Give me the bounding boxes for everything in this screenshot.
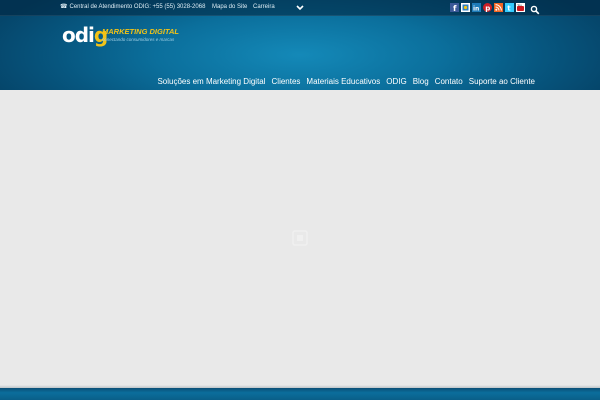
contact-text: Central de Atendimento ODIG: +55 (55) 30… — [69, 4, 206, 10]
twitter-icon[interactable]: t — [505, 3, 514, 12]
site-map-link[interactable]: Mapa do Site — [212, 3, 247, 12]
site-header: ☎ Central de Atendimento ODIG: +55 (55) 3… — [0, 0, 600, 90]
google-plus-icon[interactable] — [461, 3, 470, 12]
logo-mark: odig — [62, 23, 108, 47]
nav-item-solucoes[interactable]: Soluções em Marketing Digital — [157, 76, 265, 88]
rss-icon[interactable] — [494, 3, 503, 12]
logo-tagline: conectando consumidores e marcas — [102, 37, 175, 42]
loading-spinner-icon — [292, 230, 308, 246]
svg-text:f: f — [453, 4, 457, 12]
nav-item-contato[interactable]: Contato — [435, 76, 463, 88]
careers-link[interactable]: Carreira — [253, 3, 275, 12]
search-icon[interactable] — [530, 2, 540, 15]
nav-item-materiais-educativos[interactable]: Materiais Educativos — [306, 76, 380, 88]
nav-item-suporte-ao-cliente[interactable]: Suporte ao Cliente — [469, 76, 535, 88]
svg-text:in: in — [473, 6, 479, 13]
nav-item-blog[interactable]: Blog — [413, 76, 429, 88]
youtube-icon[interactable]: You — [516, 3, 525, 12]
chevron-down-icon[interactable] — [294, 2, 306, 13]
site-logo[interactable]: odig MARKETING DIGITAL conectando consum… — [62, 24, 192, 48]
nav-item-odig[interactable]: ODIG — [386, 76, 406, 88]
nav-item-clientes[interactable]: Clientes — [272, 76, 301, 88]
svg-text:p: p — [485, 5, 490, 13]
pinterest-icon[interactable]: p — [483, 3, 492, 12]
linkedin-icon[interactable]: in — [472, 3, 481, 12]
contact-info: ☎ Central de Atendimento ODIG: +55 (55) 3… — [60, 3, 205, 12]
phone-icon: ☎ — [60, 4, 68, 10]
top-bar: ☎ Central de Atendimento ODIG: +55 (55) 3… — [0, 0, 600, 16]
svg-text:You: You — [517, 3, 522, 7]
logo-title: MARKETING DIGITAL — [102, 27, 179, 36]
footer-bar — [0, 388, 600, 400]
facebook-icon[interactable]: f — [450, 3, 459, 12]
main-navigation: Soluções em Marketing Digital Clientes M… — [151, 76, 535, 88]
